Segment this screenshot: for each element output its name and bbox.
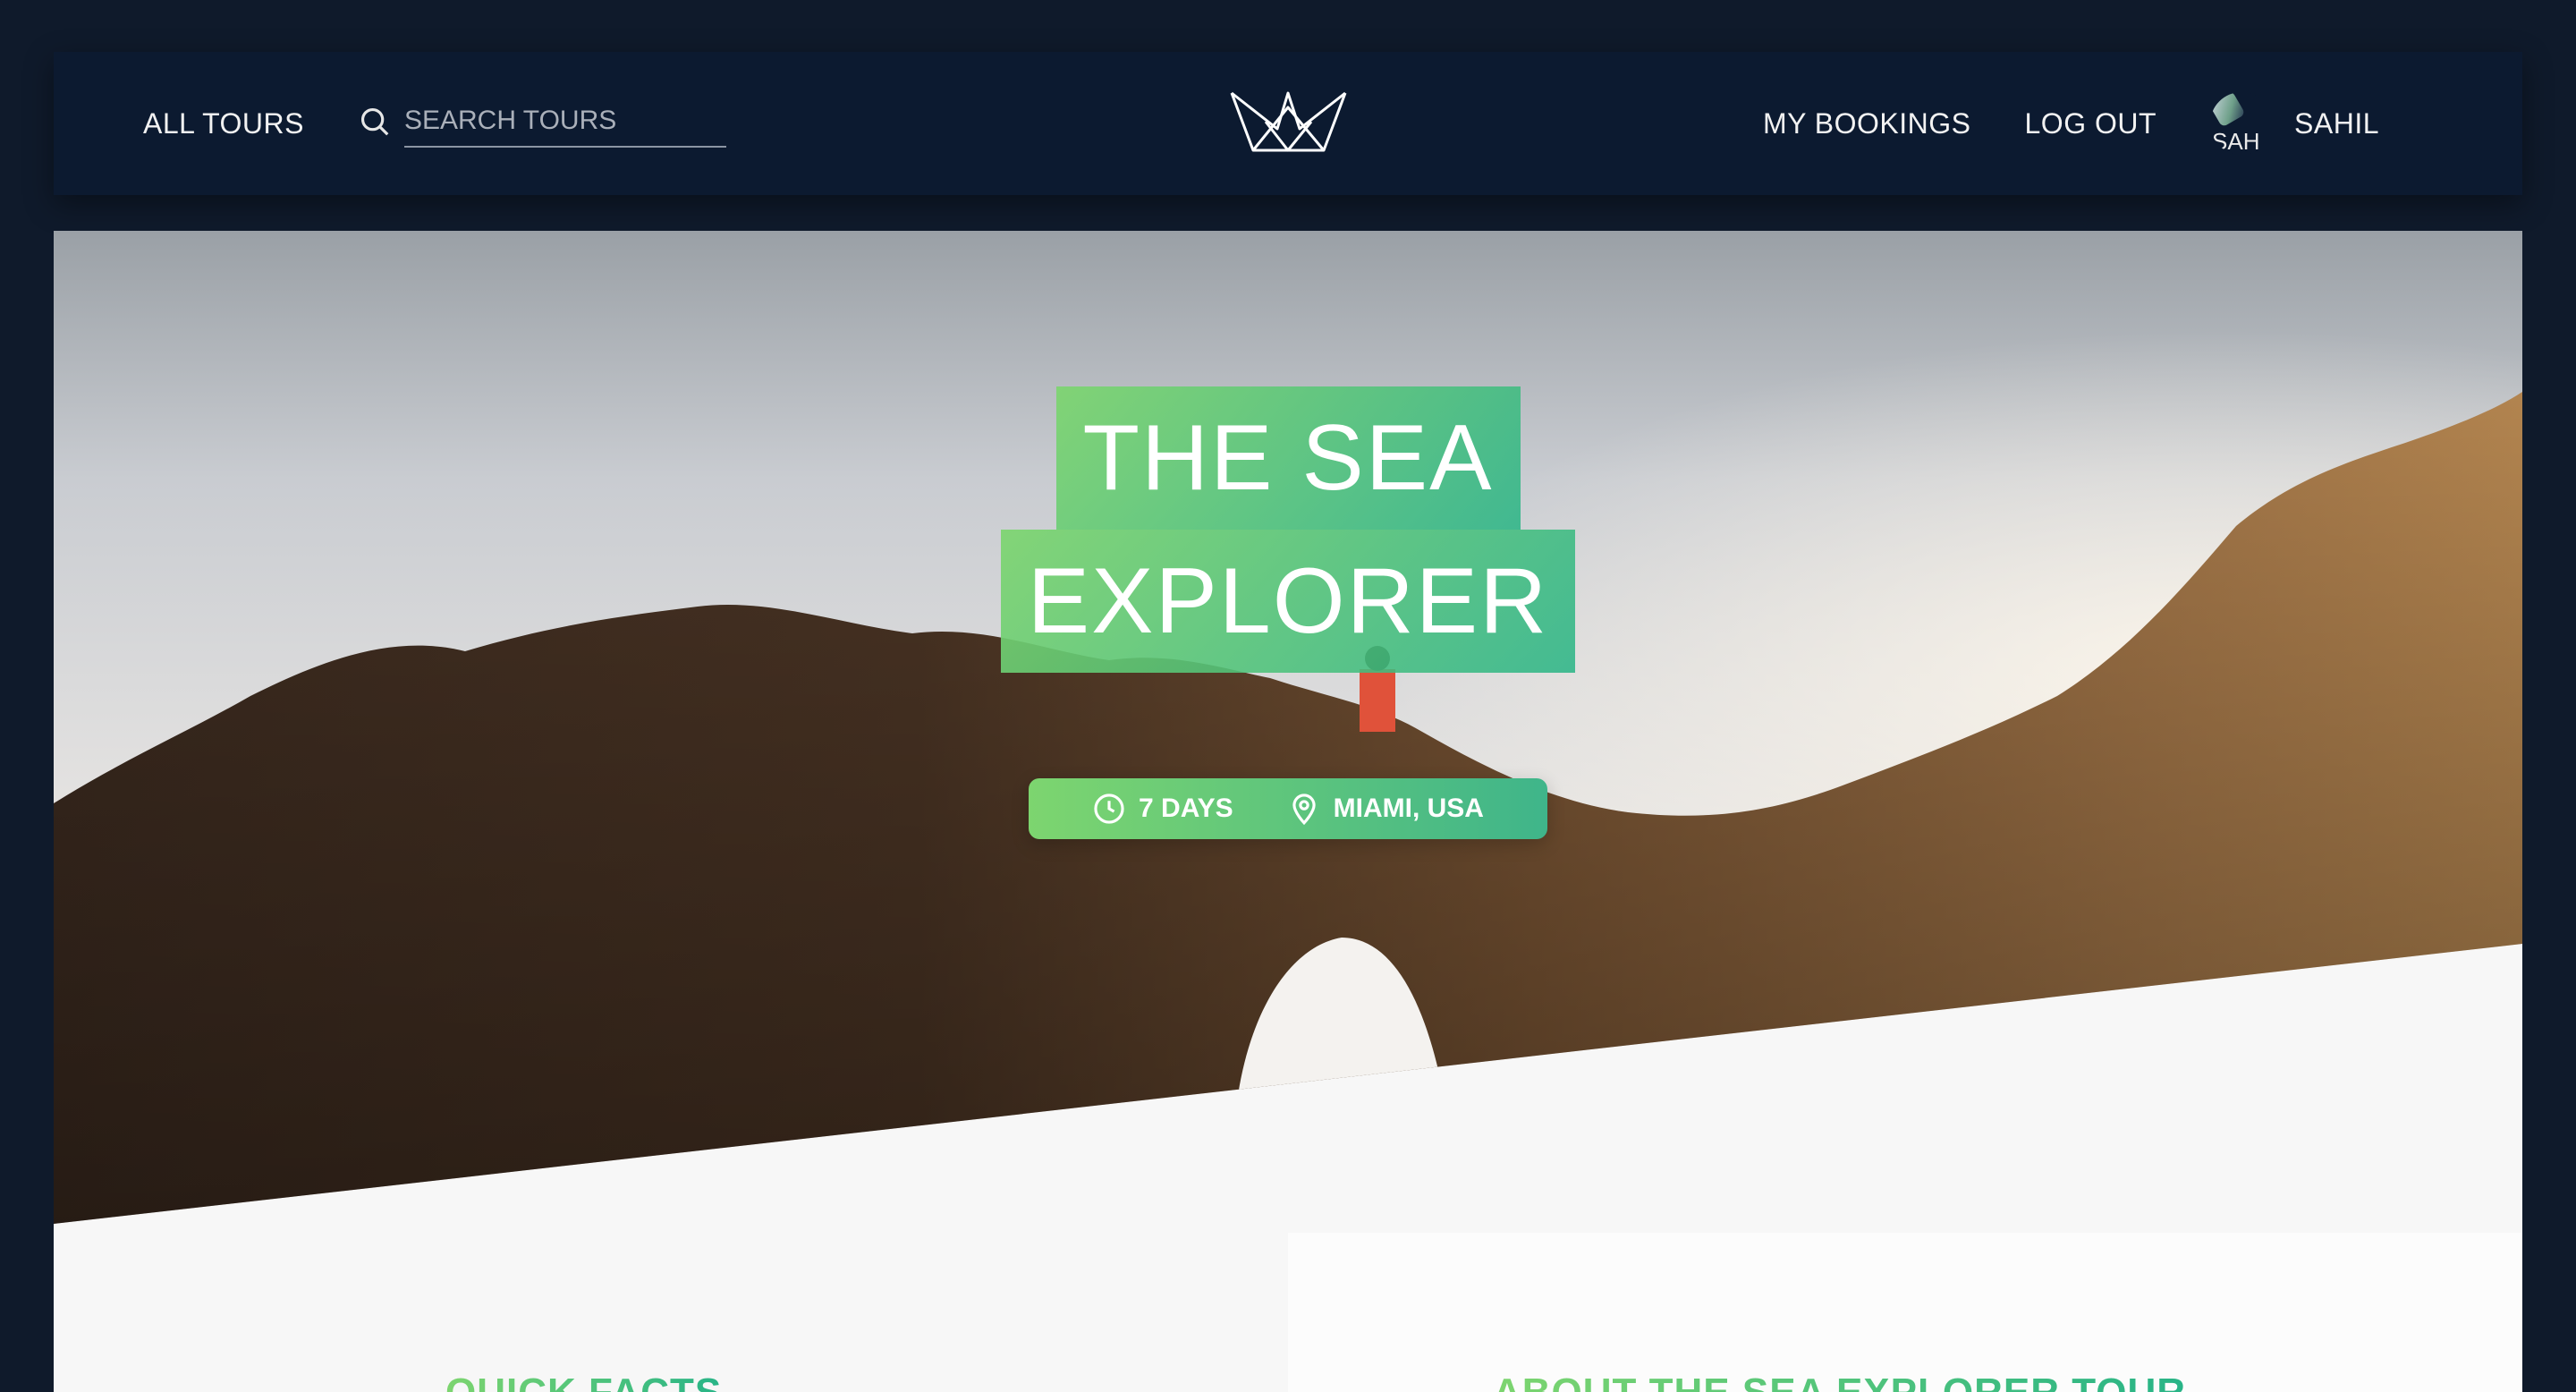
about-section <box>1288 1233 2522 1392</box>
nav-left: All tours <box>143 52 726 195</box>
avatar: SAH <box>2210 92 2274 155</box>
hero: The Sea Explorer 7 days Miami, USA Quic <box>54 231 2522 1392</box>
my-bookings-link[interactable]: My bookings <box>1763 107 1971 140</box>
location-detail: Miami, USA <box>1287 792 1484 826</box>
log-out-link[interactable]: Log out <box>2025 107 2157 140</box>
tour-details-badge: 7 days Miami, USA <box>1029 778 1547 839</box>
clock-icon <box>1094 794 1124 824</box>
tour-title-line-2: Explorer <box>1000 530 1576 673</box>
avatar-alt-text: SAH <box>2212 128 2260 155</box>
tour-title-line-1: The Sea <box>1055 386 1521 530</box>
page: All tours My bookings Log out <box>54 52 2522 1392</box>
crown-logo-icon[interactable] <box>1228 86 1349 157</box>
hero-image <box>54 231 2522 1224</box>
duration-text: 7 days <box>1139 794 1233 823</box>
tour-title: The Sea Explorer <box>54 386 2522 673</box>
user-menu[interactable]: SAH Sahil <box>2210 92 2379 155</box>
site-header: All tours My bookings Log out <box>54 52 2522 195</box>
all-tours-link[interactable]: All tours <box>143 107 304 140</box>
nav-right: My bookings Log out SAH Sahil <box>1709 52 2379 195</box>
map-pin-icon <box>1292 794 1316 826</box>
about-heading: About the sea explorer tour <box>1493 1371 2186 1392</box>
location-text: Miami, USA <box>1333 794 1484 823</box>
duration-detail: 7 days <box>1092 792 1233 826</box>
search-form <box>358 99 726 148</box>
user-name: Sahil <box>2294 106 2379 140</box>
broken-image-icon <box>2210 92 2246 128</box>
search-icon[interactable] <box>358 105 392 143</box>
search-input[interactable] <box>403 99 726 148</box>
quick-facts-section <box>54 1233 1288 1392</box>
quick-facts-heading: Quick facts <box>445 1371 722 1392</box>
